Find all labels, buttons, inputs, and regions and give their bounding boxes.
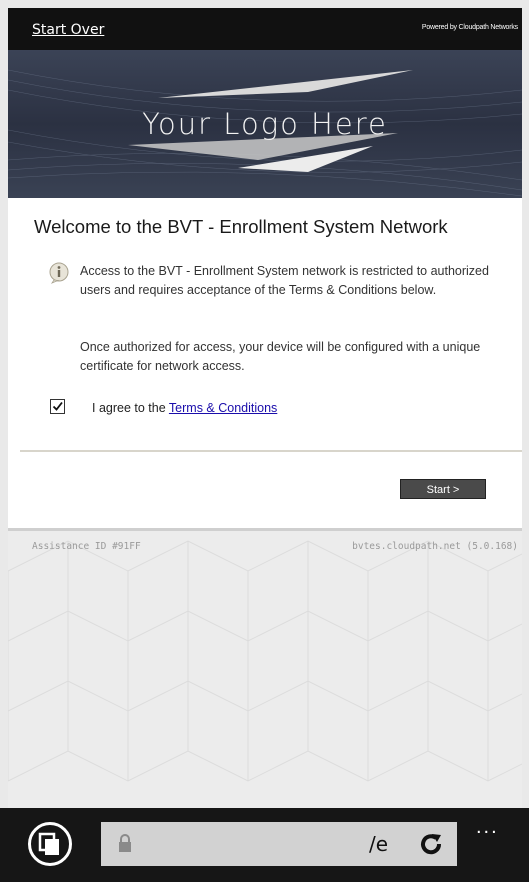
assistance-id: Assistance ID #91FF (32, 541, 141, 552)
logo-text: Your Logo Here (142, 107, 388, 141)
address-bar[interactable]: /e (101, 822, 457, 866)
url-text: /e (369, 832, 389, 856)
top-bar: Start Over Powered by Cloudpath Networks (8, 8, 522, 50)
browser-toolbar: /e ... (0, 808, 529, 882)
powered-by-text: Powered by Cloudpath Networks (421, 24, 518, 31)
access-notice: Access to the BVT - Enrollment System ne… (80, 264, 489, 297)
divider (20, 450, 522, 452)
certificate-notice: Once authorized for access, your device … (80, 340, 481, 373)
lock-icon (119, 834, 131, 852)
tabs-icon (38, 832, 59, 855)
footer-area: Assistance ID #91FF bvtes.cloudpath.net … (8, 528, 522, 808)
agree-checkbox[interactable] (50, 399, 65, 414)
agree-prefix: I agree to the (92, 401, 169, 415)
tabs-button[interactable] (28, 822, 72, 866)
start-over-link[interactable]: Start Over (32, 22, 104, 38)
terms-link[interactable]: Terms & Conditions (169, 401, 277, 415)
checkmark-icon (52, 401, 63, 411)
page-title: Welcome to the BVT - Enrollment System N… (34, 216, 448, 237)
more-menu-button[interactable]: ... (476, 816, 499, 839)
info-icon (49, 262, 69, 284)
welcome-card: Welcome to the BVT - Enrollment System N… (8, 198, 522, 528)
refresh-icon[interactable] (419, 832, 443, 856)
start-button[interactable]: Start > (400, 479, 486, 499)
agree-label: I agree to the Terms & Conditions (92, 401, 277, 415)
background-pattern (8, 540, 522, 782)
logo-banner: Your Logo Here (8, 50, 522, 198)
server-info: bvtes.cloudpath.net (5.0.168) (352, 541, 518, 552)
